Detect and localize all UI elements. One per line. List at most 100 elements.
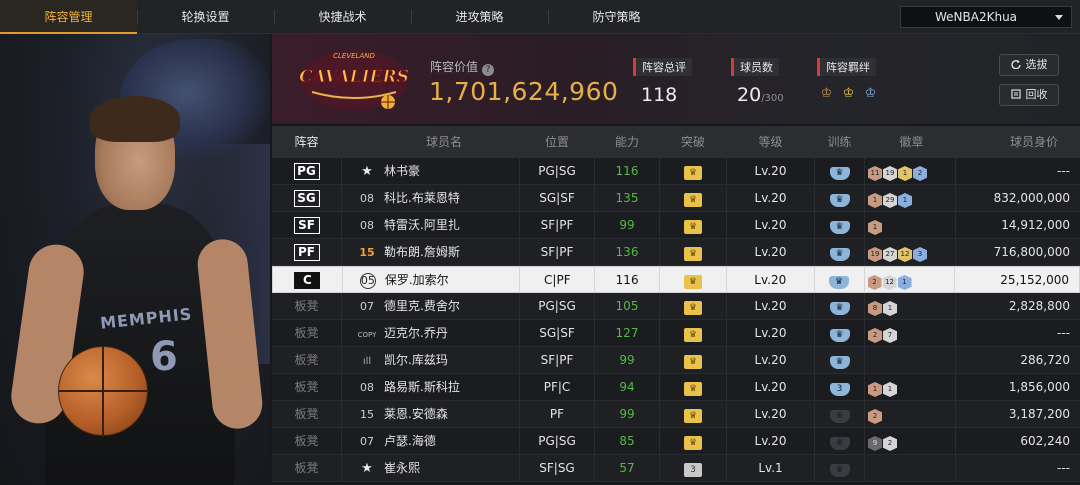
training-cell[interactable]: ♛ — [815, 293, 865, 319]
badges-cell[interactable]: 2 12 1 — [865, 267, 956, 292]
col-header-level[interactable]: 等级 — [727, 126, 815, 158]
help-icon[interactable]: ? — [482, 64, 495, 76]
badges-cell[interactable]: 1 — [865, 212, 956, 238]
badges-cell[interactable]: 11 19 1 2 — [865, 158, 956, 184]
training-cell[interactable]: ♛ — [815, 347, 865, 373]
bond-gold-icon[interactable]: ♔ — [839, 84, 858, 103]
tab-rotation-settings[interactable]: 轮换设置 — [137, 0, 274, 34]
training-cell[interactable]: ♛ — [815, 428, 865, 454]
table-row[interactable]: SF 08 特雷沃.阿里扎 SF|PF 99 ♛ Lv.20 ♛ 1 14,912… — [272, 212, 1080, 239]
lineup-slot-cell[interactable]: SG — [272, 185, 342, 211]
bench-label: 板凳 — [294, 461, 319, 475]
tab-offense-strategy[interactable]: 进攻策略 — [411, 0, 548, 34]
tab-lineup-management[interactable]: 阵容管理 — [0, 0, 137, 34]
tab-defense-strategy[interactable]: 防守策略 — [548, 0, 685, 34]
table-row[interactable]: 板凳 15 莱恩.安德森 PF 99 ♛ Lv.20 ♛ 2 3,187,200 — [272, 401, 1080, 428]
lineup-slot-cell[interactable]: 板凳 — [272, 293, 342, 319]
table-row[interactable]: PG ★ 林书豪 PG|SG 116 ♛ Lv.20 ♛ 11 19 1 2 --- — [272, 158, 1080, 185]
bond-blue-icon[interactable]: ♔ — [861, 84, 880, 103]
breakthrough-cell[interactable]: ♛ — [660, 212, 727, 238]
breakthrough-cell[interactable]: 3 — [660, 455, 727, 481]
col-header-salary[interactable]: 球员身价 — [956, 126, 1080, 158]
lineup-slot-cell[interactable]: 板凳 — [272, 320, 342, 346]
badges-cell[interactable]: 11 — [865, 374, 956, 400]
col-header-position[interactable]: 位置 — [520, 126, 595, 158]
breakthrough-cell[interactable]: ♛ — [660, 267, 727, 292]
training-icon: ♛ — [829, 302, 850, 315]
player-name-cell[interactable]: 08 路易斯.斯科拉 — [342, 374, 520, 400]
breakthrough-cell[interactable]: ♛ — [660, 401, 727, 427]
table-row[interactable]: 板凳 08 路易斯.斯科拉 PF|C 94 ♛ Lv.20 3 11 1,856,… — [272, 374, 1080, 401]
badges-cell[interactable]: 1 29 1 — [865, 185, 956, 211]
col-header-breakthrough[interactable]: 突破 — [660, 126, 727, 158]
training-cell[interactable]: ♛ — [815, 212, 865, 238]
player-count-label: 球员数 — [731, 58, 779, 76]
col-header-name[interactable]: 球员名 — [342, 126, 520, 158]
table-row[interactable]: PF 15 勒布朗.詹姆斯 SF|PF 136 ♛ Lv.20 ♛ 19 27 12 3… — [272, 239, 1080, 266]
lineup-slot-cell[interactable]: 板凳 — [272, 428, 342, 454]
table-row[interactable]: 板凳 ★ 崔永熙 SF|SG 57 3 Lv.1 ♛ --- — [272, 455, 1080, 482]
player-name-cell[interactable]: 05 保罗.加索尔 — [343, 267, 521, 292]
player-name-cell[interactable]: 08 科比.布莱恩特 — [342, 185, 520, 211]
col-header-lineup[interactable]: 阵容 — [272, 126, 342, 158]
level-cell: Lv.20 — [727, 185, 815, 211]
player-name-cell[interactable]: ★ 崔永熙 — [342, 455, 520, 481]
badges-cell[interactable] — [865, 455, 956, 481]
tab-quick-tactics[interactable]: 快捷战术 — [274, 0, 411, 34]
bond-stat: 阵容羁绊 ♔ ♔ ♔ — [817, 56, 880, 103]
col-header-badges[interactable]: 徽章 — [865, 126, 956, 158]
pick-button[interactable]: 选拔 — [999, 54, 1059, 76]
lineup-slot-cell[interactable]: 板凳 — [272, 347, 342, 373]
player-name-cell[interactable]: 15 莱恩.安德森 — [342, 401, 520, 427]
badges-cell[interactable]: 81 — [865, 293, 956, 319]
lineup-slot-cell[interactable]: 板凳 — [272, 374, 342, 400]
badges-cell[interactable]: 2 — [865, 401, 956, 427]
player-name-cell[interactable]: 08 特雷沃.阿里扎 — [342, 212, 520, 238]
col-header-training[interactable]: 训练 — [815, 126, 865, 158]
lineup-slot-cell[interactable]: PG — [272, 158, 342, 184]
table-row[interactable]: SG 08 科比.布莱恩特 SG|SF 135 ♛ Lv.20 ♛ 1 29 1 83… — [272, 185, 1080, 212]
training-cell[interactable]: ♛ — [815, 320, 865, 346]
training-cell[interactable]: ♛ — [815, 401, 865, 427]
badges-cell[interactable] — [865, 347, 956, 373]
training-cell[interactable]: ♛ — [815, 158, 865, 184]
player-name-cell[interactable]: 07 卢瑟.海德 — [342, 428, 520, 454]
lineup-slot-cell[interactable]: 板凳 — [272, 455, 342, 481]
breakthrough-level-icon: 3 — [684, 463, 702, 477]
player-name-cell[interactable]: 15 勒布朗.詹姆斯 — [342, 239, 520, 265]
table-row[interactable]: 板凳 07 德里克.费舍尔 PG|SG 105 ♛ Lv.20 ♛ 81 2,82… — [272, 293, 1080, 320]
lineup-slot-cell[interactable]: PF — [272, 239, 342, 265]
salary-cell: --- — [1057, 164, 1070, 178]
table-row[interactable]: 板凳 ıll 凯尔.库兹玛 SF|PF 99 ♛ Lv.20 ♛ 286,720 — [272, 347, 1080, 374]
breakthrough-cell[interactable]: ♛ — [660, 293, 727, 319]
player-name-cell[interactable]: COPY 迈克尔.乔丹 — [342, 320, 520, 346]
breakthrough-cell[interactable]: ♛ — [660, 239, 727, 265]
breakthrough-cell[interactable]: ♛ — [660, 428, 727, 454]
badges-cell[interactable]: 27 — [865, 320, 956, 346]
table-row[interactable]: 板凳 COPY 迈克尔.乔丹 SG|SF 127 ♛ Lv.20 ♛ 27 --- — [272, 320, 1080, 347]
training-cell[interactable]: 3 — [815, 374, 865, 400]
lineup-slot-cell[interactable]: C — [273, 267, 343, 292]
breakthrough-cell[interactable]: ♛ — [660, 320, 727, 346]
breakthrough-cell[interactable]: ♛ — [660, 347, 727, 373]
table-row[interactable]: 板凳 07 卢瑟.海德 PG|SG 85 ♛ Lv.20 ♛ 92 602,240 — [272, 428, 1080, 455]
recycle-button[interactable]: 回收 — [999, 84, 1059, 106]
lineup-slot-cell[interactable]: SF — [272, 212, 342, 238]
player-name-cell[interactable]: ★ 林书豪 — [342, 158, 520, 184]
training-cell[interactable]: ♛ — [815, 185, 865, 211]
account-dropdown[interactable]: WeNBA2Khua — [900, 6, 1072, 28]
col-header-ability[interactable]: 能力 — [595, 126, 660, 158]
training-cell[interactable]: ♛ — [815, 455, 865, 481]
player-name-cell[interactable]: 07 德里克.费舍尔 — [342, 293, 520, 319]
player-name-cell[interactable]: ıll 凯尔.库兹玛 — [342, 347, 520, 373]
badges-cell[interactable]: 92 — [865, 428, 956, 454]
bond-bronze-icon[interactable]: ♔ — [817, 84, 836, 103]
lineup-slot-cell[interactable]: 板凳 — [272, 401, 342, 427]
badges-cell[interactable]: 19 27 12 3 — [865, 239, 956, 265]
training-cell[interactable]: ♛ — [815, 267, 865, 292]
breakthrough-cell[interactable]: ♛ — [660, 374, 727, 400]
breakthrough-cell[interactable]: ♛ — [660, 185, 727, 211]
training-cell[interactable]: ♛ — [815, 239, 865, 265]
breakthrough-cell[interactable]: ♛ — [660, 158, 727, 184]
table-row[interactable]: C 05 保罗.加索尔 C|PF 116 ♛ Lv.20 ♛ 2 12 1 25,15… — [272, 266, 1080, 293]
